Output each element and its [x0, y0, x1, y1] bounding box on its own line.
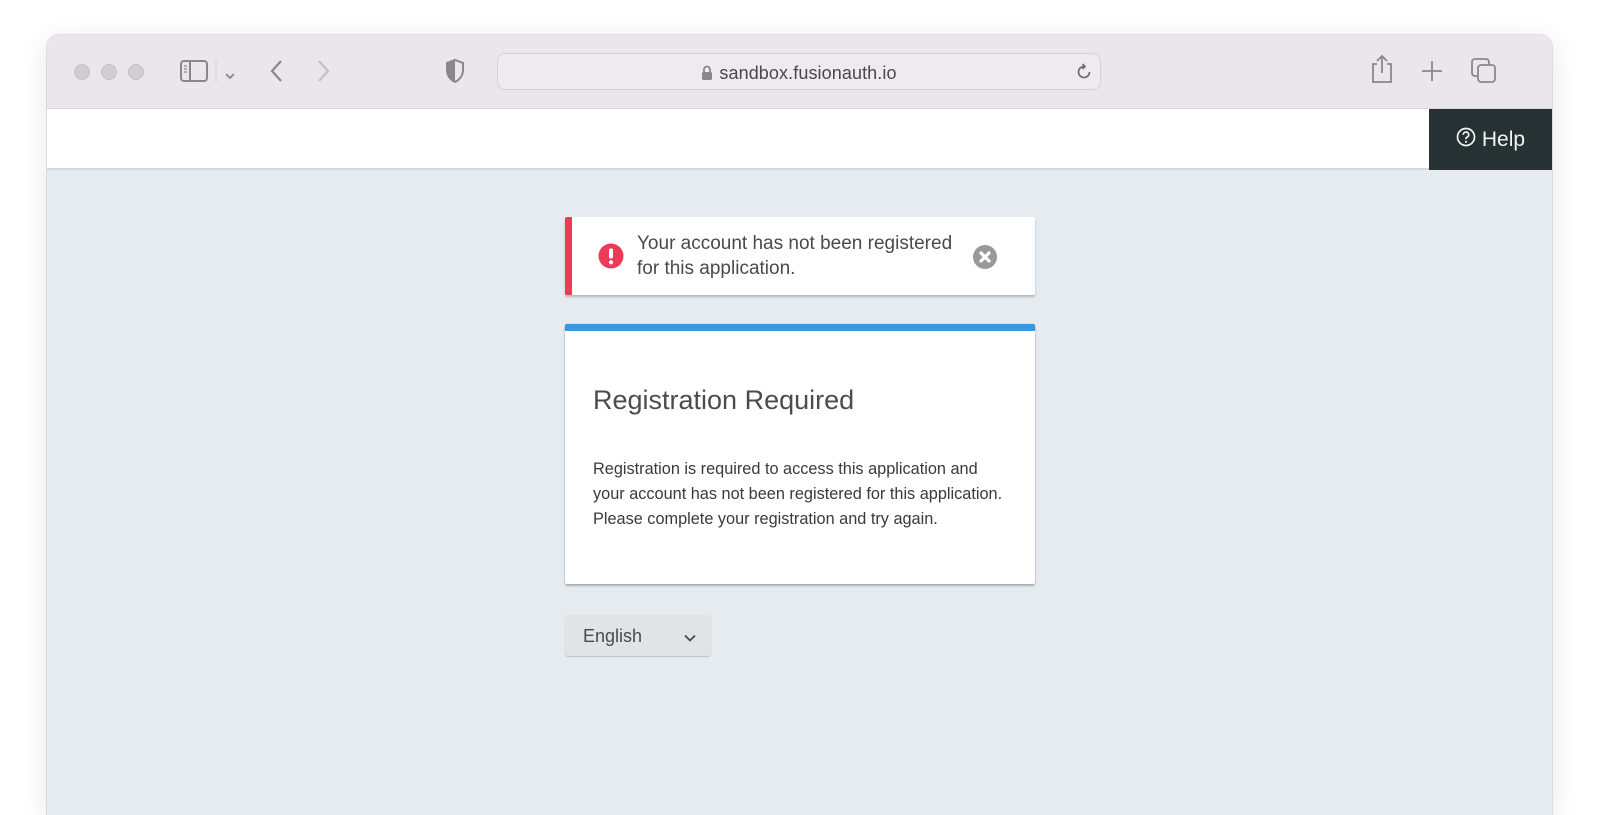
- app-header: Help: [47, 109, 1552, 170]
- address-url: sandbox.fusionauth.io: [719, 63, 897, 83]
- chevron-right-icon[interactable]: [317, 59, 331, 88]
- registration-panel: Registration Required Registration is re…: [565, 324, 1035, 584]
- browser-toolbar: sandbox.fusionauth.io: [47, 35, 1552, 109]
- minimize-window-button[interactable]: [101, 64, 117, 80]
- chevron-down-icon[interactable]: [224, 67, 236, 85]
- sidebar-icon[interactable]: [180, 60, 208, 87]
- close-circle-icon[interactable]: [973, 245, 997, 274]
- question-circle-icon: [1456, 127, 1476, 153]
- browser-window: sandbox.fusionauth.io Help Your account …: [47, 35, 1552, 815]
- error-alert: Your account has not been registered for…: [565, 217, 1035, 295]
- lock-icon: [701, 65, 713, 86]
- reload-icon[interactable]: [1074, 62, 1094, 87]
- exclamation-circle-icon: [598, 243, 624, 274]
- help-button[interactable]: Help: [1429, 109, 1552, 170]
- alert-message: Your account has not been registered for…: [637, 233, 953, 279]
- tabs-overview-icon[interactable]: [1471, 58, 1497, 89]
- share-icon[interactable]: [1371, 54, 1393, 89]
- address-bar[interactable]: sandbox.fusionauth.io: [497, 53, 1101, 90]
- locale-selected-value: English: [583, 626, 643, 646]
- help-label: Help: [1481, 127, 1526, 151]
- chevron-down-icon: [683, 630, 697, 648]
- plus-icon[interactable]: [1421, 60, 1443, 87]
- locale-select[interactable]: English: [565, 615, 711, 656]
- panel-title: Registration Required: [593, 385, 855, 415]
- page-content: Your account has not been registered for…: [47, 170, 1552, 815]
- zoom-window-button[interactable]: [128, 64, 144, 80]
- shield-icon[interactable]: [445, 58, 465, 88]
- close-window-button[interactable]: [74, 64, 90, 80]
- panel-message: Registration is required to access this …: [593, 460, 1003, 528]
- toolbar-divider: [215, 59, 217, 88]
- chevron-left-icon[interactable]: [269, 59, 283, 88]
